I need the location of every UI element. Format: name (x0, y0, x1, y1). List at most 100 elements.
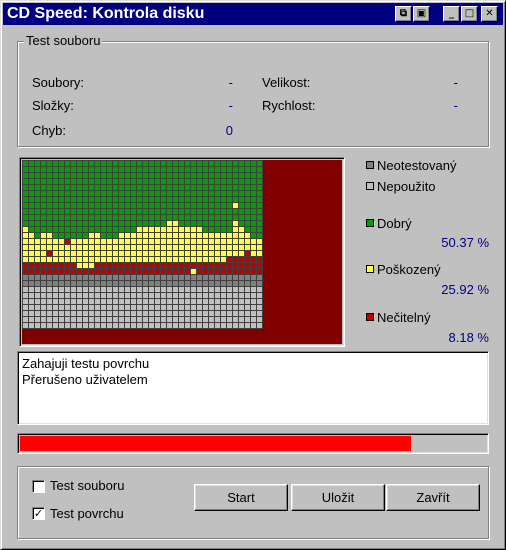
minimize-button[interactable]: _ (443, 6, 460, 22)
block-unused (173, 323, 178, 328)
block-good (83, 209, 88, 214)
block-damaged (101, 251, 106, 256)
block-damaged (167, 245, 172, 250)
block-good (113, 233, 118, 238)
block-unused (101, 317, 106, 322)
block-unused (59, 311, 64, 316)
block-unused (59, 299, 64, 304)
block-unused (257, 311, 262, 316)
block-good (215, 227, 220, 232)
block-good (197, 215, 202, 220)
block-good (227, 179, 232, 184)
title-bar[interactable]: CD Speed: Kontrola disku ⧉ ▣ _ □ ✕ (3, 3, 503, 25)
save-icon[interactable]: ▣ (413, 6, 430, 22)
block-damaged (257, 245, 262, 250)
block-good (155, 173, 160, 178)
copy-icon[interactable]: ⧉ (395, 6, 412, 22)
block-unused (197, 317, 202, 322)
block-untested (233, 275, 238, 280)
block-good (41, 167, 46, 172)
block-unused (155, 299, 160, 304)
block-unused (41, 317, 46, 322)
block-unused (107, 323, 112, 328)
files-value: - (228, 75, 233, 90)
block-good (209, 197, 214, 202)
block-unused (149, 293, 154, 298)
surface-map-frame (19, 157, 345, 347)
block-damaged (101, 257, 106, 262)
block-unused (95, 287, 100, 292)
block-unused (215, 317, 220, 322)
block-good (173, 185, 178, 190)
block-good (179, 197, 184, 202)
block-good (227, 227, 232, 232)
block-damaged (131, 257, 136, 262)
block-good (47, 203, 52, 208)
close-button[interactable]: Zavřít (386, 484, 480, 511)
file-test-checkbox-label[interactable]: Test souboru (50, 478, 124, 494)
block-good (35, 173, 40, 178)
block-good (251, 227, 256, 232)
block-good (107, 203, 112, 208)
block-unreadable (95, 269, 100, 274)
block-good (167, 161, 172, 166)
block-damaged (41, 251, 46, 256)
block-unused (95, 311, 100, 316)
log-box[interactable]: Zahajuji testu povrchu Přerušeno uživate… (17, 351, 489, 425)
block-unused (65, 317, 70, 322)
block-damaged (95, 257, 100, 262)
block-untested (185, 275, 190, 280)
block-untested (149, 275, 154, 280)
start-button[interactable]: Start (194, 484, 288, 511)
block-untested (179, 281, 184, 286)
block-unused (113, 293, 118, 298)
block-good (191, 221, 196, 226)
block-damaged (161, 257, 166, 262)
block-good (47, 161, 52, 166)
block-unused (143, 305, 148, 310)
block-unused (53, 293, 58, 298)
block-good (173, 215, 178, 220)
block-good (53, 185, 58, 190)
block-unused (215, 287, 220, 292)
block-damaged (209, 245, 214, 250)
surface-test-checkbox-label[interactable]: Test povrchu (50, 506, 124, 522)
block-good (245, 179, 250, 184)
block-untested (107, 275, 112, 280)
legend-unreadable-swatch (366, 313, 374, 321)
close-window-button[interactable]: ✕ (481, 6, 498, 22)
block-untested (89, 281, 94, 286)
block-unused (95, 317, 100, 322)
file-test-checkbox[interactable] (32, 480, 45, 493)
block-unused (71, 287, 76, 292)
block-untested (53, 281, 58, 286)
block-unused (53, 287, 58, 292)
block-damaged (167, 251, 172, 256)
save-button[interactable]: Uložit (291, 484, 385, 511)
block-unreadable (41, 263, 46, 268)
errors-value: 0 (225, 123, 233, 138)
block-unused (227, 317, 232, 322)
block-unused (65, 311, 70, 316)
block-good (137, 197, 142, 202)
block-unused (65, 323, 70, 328)
block-damaged (143, 233, 148, 238)
block-damaged (143, 245, 148, 250)
surface-test-checkbox[interactable]: ✓ (32, 507, 45, 520)
block-damaged (71, 251, 76, 256)
block-unused (209, 317, 214, 322)
block-untested (209, 275, 214, 280)
block-untested (173, 275, 178, 280)
block-good (77, 179, 82, 184)
block-good (257, 191, 262, 196)
block-good (107, 173, 112, 178)
block-good (239, 197, 244, 202)
block-good (209, 173, 214, 178)
block-good (155, 161, 160, 166)
block-unused (101, 287, 106, 292)
block-damaged (137, 227, 142, 232)
maximize-button[interactable]: □ (461, 6, 478, 22)
block-good (71, 191, 76, 196)
block-good (251, 233, 256, 238)
block-good (59, 215, 64, 220)
